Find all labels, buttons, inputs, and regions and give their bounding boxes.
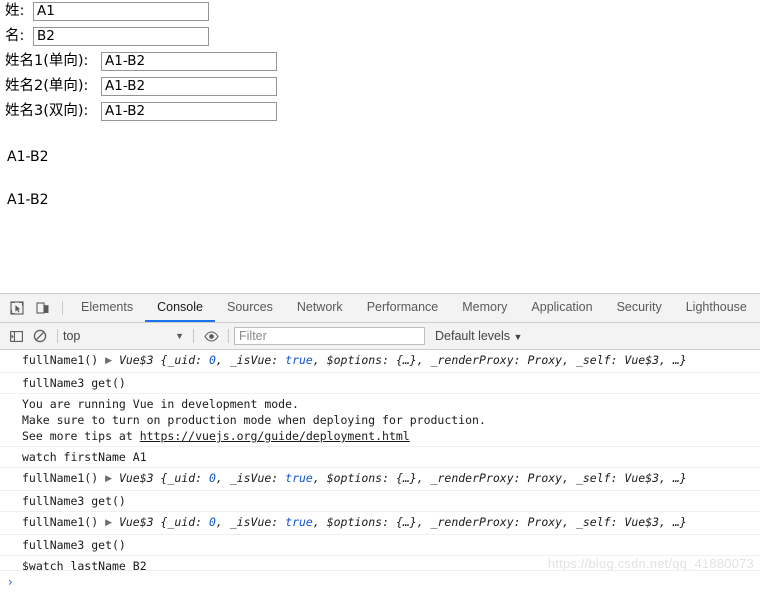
console-object-token: , $options: {…}, _renderProxy: Proxy, _s… [312, 515, 687, 529]
console-object-token: true [285, 515, 313, 529]
console-object-token: , $options: {…}, _renderProxy: Proxy, _s… [312, 471, 687, 485]
filterbar-divider-2 [193, 329, 194, 343]
inspect-element-icon[interactable] [4, 294, 30, 322]
console-object-token: 0 [208, 353, 216, 367]
form-row: 姓: [0, 0, 760, 22]
device-toolbar-icon[interactable] [30, 294, 56, 322]
console-object-token: , $options: {…}, _renderProxy: Proxy, _s… [312, 353, 687, 367]
console-levels-label: Default levels [435, 329, 511, 343]
form-row-label: 名: [5, 28, 25, 44]
console-message: watch firstName A1 [0, 447, 760, 468]
expand-triangle-icon[interactable]: ▶ [105, 353, 112, 369]
devtools-tab-security[interactable]: Security [605, 294, 674, 322]
banner-line-3: See more tips at https://vuejs.org/guide… [22, 428, 760, 444]
console-object-token: , _isVue: [215, 471, 286, 485]
console-filter-input[interactable] [234, 327, 425, 345]
form-row-input[interactable] [101, 101, 277, 121]
live-expression-icon[interactable] [199, 323, 223, 349]
console-object-message: fullName1() ▶ Vue$3 {_uid: 0, _isVue: tr… [0, 468, 760, 491]
form-row-input[interactable] [33, 1, 209, 21]
devtools-tabbar: Elements Console Sources Network Performance… [0, 294, 760, 323]
console-message: fullName3 get() [0, 491, 760, 512]
console-context-selector[interactable]: top ▼ [63, 329, 188, 343]
devtools-tab-sources[interactable]: Sources [215, 294, 285, 322]
console-message-area[interactable]: fullName1() ▶ Vue$3 {_uid: 0, _isVue: tr… [0, 350, 760, 593]
devtools-tab-list: Elements Console Sources Network Performance… [69, 294, 760, 322]
console-message: fullName3 get() [0, 535, 760, 556]
computed-output-text: A1-B2 [7, 192, 49, 208]
console-filter-bar: top ▼ Default levels ▼ [0, 323, 760, 350]
console-object-token: , _isVue: [215, 353, 286, 367]
banner-line-1: You are running Vue in development mode. [22, 397, 299, 411]
console-object-token: {_uid: [160, 515, 209, 529]
form-row: 姓名2(单向): [0, 75, 760, 97]
console-vue-dev-banner: You are running Vue in development mode.… [0, 394, 760, 447]
filterbar-divider-3 [228, 329, 229, 343]
form-row-label: 姓名3(双向): [5, 103, 89, 119]
console-message-prefix: fullName1() [22, 515, 106, 529]
console-object-message: fullName1() ▶ Vue$3 {_uid: 0, _isVue: tr… [0, 350, 760, 373]
banner-line-2: Make sure to turn on production mode whe… [22, 413, 486, 427]
console-context-value: top [63, 329, 81, 343]
devtools-tab-elements[interactable]: Elements [69, 294, 145, 322]
console-object-token: true [285, 353, 313, 367]
form-row-label: 姓名1(单向): [5, 53, 89, 69]
form-row-input[interactable] [101, 76, 277, 96]
console-object-token: {_uid: [160, 471, 209, 485]
form-row: 姓名3(双向): [0, 100, 760, 122]
console-object-token: 0 [208, 515, 216, 529]
name-form: 姓: 名: 姓名1(单向): 姓名2(单向): 姓名3(双向): [0, 0, 760, 122]
console-message-text: fullName3 get() [22, 538, 126, 552]
computed-output-list: A1-B2 A1-B2 [0, 149, 760, 208]
console-object-constructor: Vue$3 [118, 353, 161, 367]
form-row-input[interactable] [33, 26, 209, 46]
form-row-label: 姓: [5, 3, 25, 19]
console-message-prefix: fullName1() [22, 353, 106, 367]
console-prompt-row[interactable]: › [0, 570, 760, 593]
devtools-tab-application[interactable]: Application [519, 294, 604, 322]
chevron-down-icon: ▼ [175, 331, 184, 341]
form-row: 姓名1(单向): [0, 50, 760, 72]
console-sidebar-icon[interactable] [4, 323, 28, 349]
expand-triangle-icon[interactable]: ▶ [105, 515, 112, 531]
expand-triangle-icon[interactable]: ▶ [105, 471, 112, 487]
computed-output-text: A1-B2 [7, 149, 49, 165]
console-levels-selector[interactable]: Default levels ▼ [435, 329, 522, 343]
toolbar-divider [62, 301, 63, 315]
devtools-tab-lighthouse[interactable]: Lighthouse [674, 294, 759, 322]
console-object-token: , _isVue: [215, 515, 286, 529]
banner-line-3-prefix: See more tips at [22, 429, 140, 443]
devtools-tab-performance[interactable]: Performance [355, 294, 451, 322]
devtools-tab-console[interactable]: Console [145, 294, 215, 322]
console-message-list: fullName1() ▶ Vue$3 {_uid: 0, _isVue: tr… [0, 350, 760, 577]
console-object-message: fullName1() ▶ Vue$3 {_uid: 0, _isVue: tr… [0, 512, 760, 535]
console-message-text: watch firstName A1 [22, 450, 147, 464]
vue-deployment-link[interactable]: https://vuejs.org/guide/deployment.html [140, 429, 410, 443]
form-row-input[interactable] [101, 51, 277, 71]
rendered-page-area: 姓: 名: 姓名1(单向): 姓名2(单向): 姓名3(双向): A1-B2 A1-B2 [0, 0, 760, 293]
devtools-panel: Elements Console Sources Network Performance… [0, 293, 760, 593]
form-row-label: 姓名2(单向): [5, 78, 89, 94]
console-object-token: 0 [208, 471, 216, 485]
clear-console-icon[interactable] [28, 323, 52, 349]
console-object-constructor: Vue$3 [118, 471, 161, 485]
console-message-text: fullName3 get() [22, 376, 126, 390]
prompt-caret-icon: › [8, 575, 13, 589]
form-row: 名: [0, 25, 760, 47]
filterbar-divider-1 [57, 329, 58, 343]
console-object-token: {_uid: [160, 353, 209, 367]
chevron-down-icon: ▼ [513, 332, 523, 342]
console-message-text: fullName3 get() [22, 494, 126, 508]
console-message-prefix: fullName1() [22, 471, 106, 485]
console-object-constructor: Vue$3 [118, 515, 161, 529]
devtools-tab-network[interactable]: Network [285, 294, 355, 322]
devtools-tab-memory[interactable]: Memory [450, 294, 519, 322]
console-message: fullName3 get() [0, 373, 760, 394]
console-object-token: true [285, 471, 313, 485]
